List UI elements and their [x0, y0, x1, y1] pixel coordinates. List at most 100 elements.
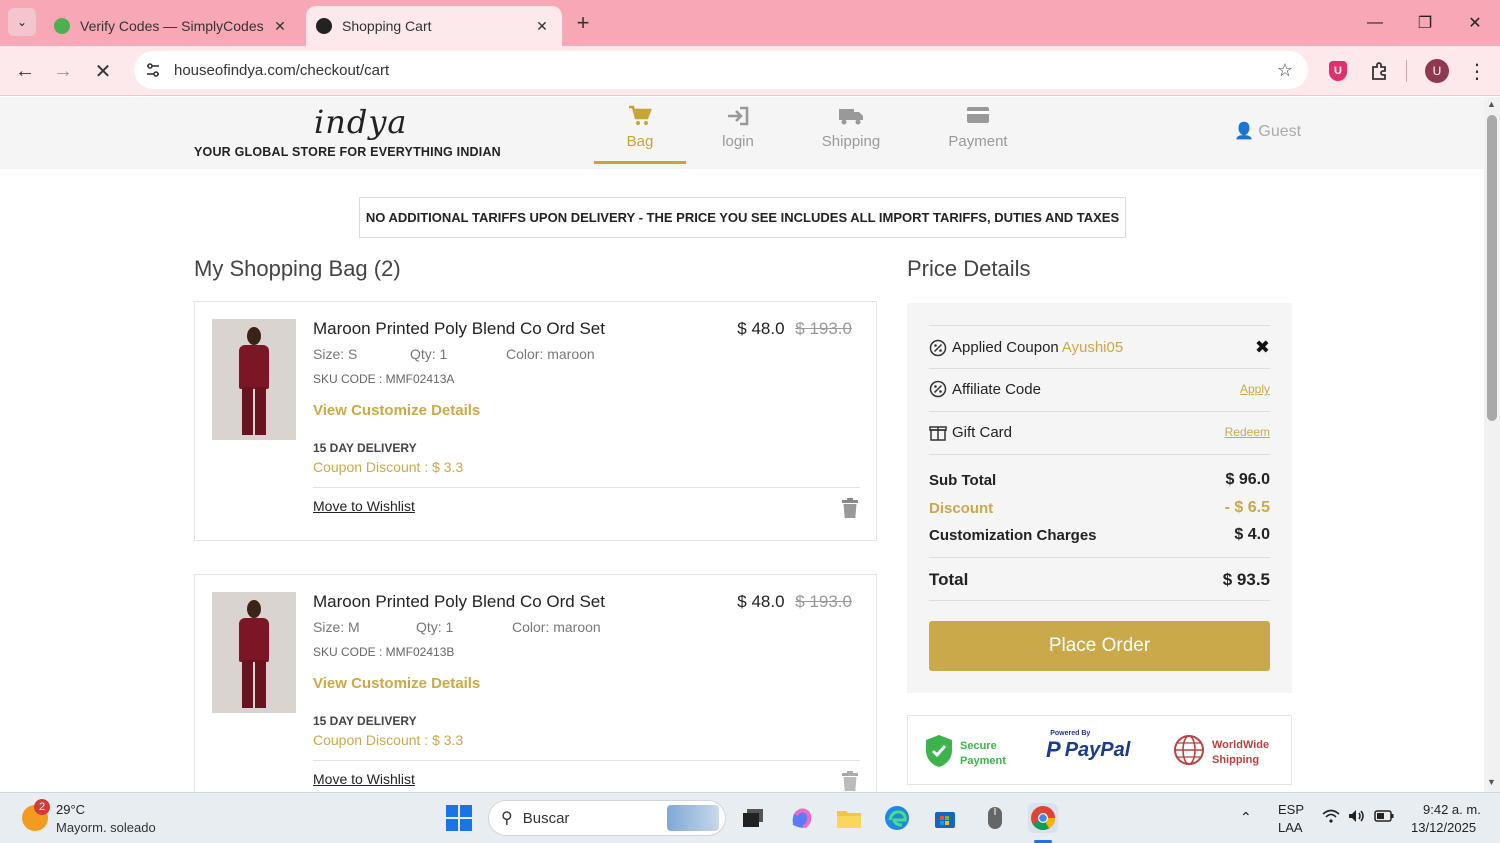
- bookmark-star-icon[interactable]: ☆: [1270, 60, 1300, 81]
- file-explorer-icon[interactable]: [834, 803, 864, 833]
- customization-value: $ 4.0: [1234, 526, 1270, 543]
- guest-account[interactable]: 👤 Guest: [1234, 121, 1301, 141]
- place-order-button[interactable]: Place Order: [929, 621, 1270, 671]
- current-price: $ 48.0: [737, 319, 785, 338]
- new-tab-button[interactable]: +: [570, 10, 596, 36]
- redeem-gift-card-link[interactable]: Redeem: [1225, 425, 1270, 439]
- step-shipping[interactable]: Shipping: [818, 105, 884, 150]
- back-button[interactable]: ←: [10, 56, 40, 86]
- move-to-wishlist-link[interactable]: Move to Wishlist: [313, 771, 415, 787]
- product-name[interactable]: Maroon Printed Poly Blend Co Ord Set: [313, 592, 605, 612]
- chevron-down-icon: ⌄: [16, 15, 28, 29]
- tab-verify-codes[interactable]: Verify Codes — SimplyCodes ✕: [44, 6, 300, 46]
- coupon-code: Ayushi05: [1061, 339, 1124, 356]
- search-icon: ⚲: [501, 810, 513, 827]
- windows-start-icon[interactable]: [446, 805, 472, 831]
- indya-logo[interactable]: indya: [314, 103, 407, 141]
- product-sku: SKU CODE : MMF02413B: [313, 645, 455, 659]
- volume-icon[interactable]: [1348, 809, 1366, 826]
- address-bar[interactable]: houseofindya.com/checkout/cart ☆: [134, 51, 1308, 89]
- language-line1[interactable]: ESP: [1278, 802, 1304, 817]
- apply-affiliate-link[interactable]: Apply: [1240, 382, 1270, 396]
- url-text[interactable]: houseofindya.com/checkout/cart: [174, 62, 1270, 79]
- minimize-button[interactable]: —: [1350, 0, 1400, 46]
- kebab-menu-icon[interactable]: ⋮: [1464, 58, 1490, 84]
- price-details-title: Price Details: [907, 256, 1031, 281]
- secure-line2: Payment: [960, 754, 1006, 767]
- truck-icon: [818, 105, 884, 129]
- divider: [929, 368, 1270, 369]
- clock-date[interactable]: 13/12/2025: [1411, 820, 1476, 835]
- weather-description[interactable]: Mayorm. soleado: [56, 820, 156, 835]
- scrollbar-thumb[interactable]: [1487, 115, 1497, 421]
- chevron-up-icon[interactable]: ⌃: [1240, 809, 1252, 826]
- trash-icon[interactable]: [841, 498, 859, 518]
- profile-avatar[interactable]: U: [1424, 58, 1450, 84]
- mouse-app-icon[interactable]: [980, 803, 1010, 833]
- close-icon[interactable]: ✕: [530, 14, 554, 38]
- move-to-wishlist-link[interactable]: Move to Wishlist: [313, 498, 415, 514]
- active-step-indicator: [594, 161, 686, 164]
- paypal-logo-icon: P: [1046, 737, 1061, 762]
- close-window-button[interactable]: ✕: [1450, 0, 1500, 46]
- language-line2[interactable]: LAA: [1278, 820, 1303, 835]
- product-qty: Qty: 1: [416, 619, 454, 635]
- coupon-percent-icon: [929, 339, 947, 357]
- total-value: $ 93.5: [1222, 570, 1270, 589]
- product-price: $ 48.0 $ 193.0: [737, 592, 852, 612]
- stop-loading-button[interactable]: ✕: [88, 56, 118, 86]
- trash-icon[interactable]: [841, 771, 859, 791]
- step-login[interactable]: login: [716, 105, 760, 150]
- cart-icon: [620, 105, 660, 129]
- product-color: Color: maroon: [512, 619, 601, 635]
- step-payment[interactable]: Payment: [944, 105, 1012, 150]
- original-price: $ 193.0: [795, 592, 852, 611]
- total-label: Total: [929, 570, 969, 589]
- affiliate-code-label: Affiliate Code: [952, 380, 1041, 398]
- restore-button[interactable]: ❐: [1400, 0, 1450, 46]
- product-image[interactable]: [212, 319, 296, 440]
- taskbar-search[interactable]: ⚲ Buscar: [488, 800, 726, 836]
- tab-shopping-cart[interactable]: Shopping Cart ✕: [306, 6, 562, 46]
- step-bag[interactable]: Bag: [620, 105, 660, 150]
- scroll-down-icon[interactable]: ▼: [1487, 777, 1496, 787]
- tab-title: Verify Codes — SimplyCodes: [80, 18, 264, 34]
- original-price: $ 193.0: [795, 319, 852, 338]
- edge-browser-icon[interactable]: [882, 803, 912, 833]
- gift-card-label: Gift Card: [952, 423, 1013, 441]
- extensions-puzzle-icon[interactable]: [1366, 58, 1392, 84]
- customization-label: Customization Charges: [929, 526, 1097, 544]
- step-label: login: [722, 133, 754, 150]
- task-view-icon[interactable]: [738, 803, 768, 833]
- tab-list-button[interactable]: ⌄: [8, 8, 36, 36]
- view-customize-details-link[interactable]: View Customize Details: [313, 675, 480, 692]
- divider: [929, 454, 1270, 455]
- bag-item: Maroon Printed Poly Blend Co Ord Set $ 4…: [194, 301, 877, 541]
- site-settings-icon[interactable]: [144, 61, 162, 79]
- remove-coupon-close-icon[interactable]: ✖: [1255, 337, 1270, 358]
- wifi-icon[interactable]: [1322, 809, 1340, 827]
- clock-time[interactable]: 9:42 a. m.: [1423, 802, 1481, 817]
- microsoft-store-icon[interactable]: [930, 803, 960, 833]
- weather-temperature[interactable]: 29°C: [56, 802, 85, 817]
- chrome-icon[interactable]: [1028, 803, 1058, 833]
- forward-button[interactable]: →: [48, 56, 78, 86]
- world-line2: Shipping: [1212, 753, 1260, 766]
- extension-shield-icon[interactable]: U: [1325, 58, 1351, 84]
- battery-icon[interactable]: [1374, 810, 1394, 825]
- page-scrollbar[interactable]: ▲ ▼: [1484, 97, 1500, 792]
- divider: [929, 325, 1270, 326]
- subtotal-label: Sub Total: [929, 471, 997, 489]
- browser-toolbar: ← → ✕ houseofindya.com/checkout/cart ☆ U…: [0, 46, 1500, 96]
- shield-check-icon: [924, 734, 954, 773]
- view-customize-details-link[interactable]: View Customize Details: [313, 402, 480, 419]
- discount-label: Discount: [929, 499, 994, 517]
- product-name[interactable]: Maroon Printed Poly Blend Co Ord Set: [313, 319, 605, 339]
- step-label: Shipping: [821, 133, 881, 150]
- close-icon[interactable]: ✕: [268, 14, 292, 38]
- scroll-up-icon[interactable]: ▲: [1487, 99, 1496, 109]
- subtotal-value: $ 96.0: [1225, 471, 1270, 488]
- product-image[interactable]: [212, 592, 296, 713]
- paypal-powered-by: Powered By: [1050, 730, 1091, 737]
- copilot-icon[interactable]: [786, 803, 816, 833]
